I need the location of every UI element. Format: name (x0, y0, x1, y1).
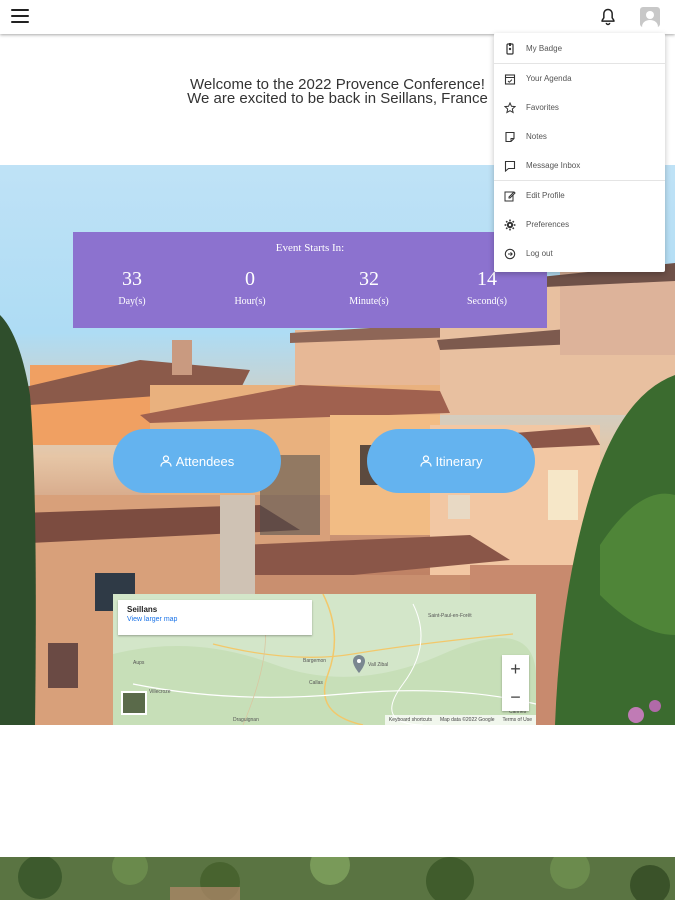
menu-item-label: Log out (526, 249, 553, 258)
message-icon (504, 160, 516, 172)
countdown-label: Hour(s) (234, 296, 266, 307)
countdown-label: Second(s) (467, 296, 507, 307)
menu-item-label: Message Inbox (526, 161, 581, 170)
map-footer: Keyboard shortcuts Map data ©2022 Google… (384, 715, 536, 725)
itinerary-label: Itinerary (435, 453, 483, 469)
logout-icon (504, 248, 516, 260)
embedded-map[interactable]: Saint-Paul-en-Forêt Bargemon Callas Aups… (113, 594, 536, 725)
person-icon (419, 455, 432, 467)
zoom-in-button[interactable]: + (502, 655, 529, 683)
zoom-out-button[interactable]: − (502, 683, 529, 711)
menu-item-favorites[interactable]: Favorites (494, 93, 665, 122)
note-icon (504, 131, 516, 143)
countdown-value: 0 (245, 268, 255, 290)
menu-item-edit-profile[interactable]: Edit Profile (494, 181, 665, 210)
profile-dropdown-menu: My Badge Your Agenda Favorites Notes Mes… (494, 33, 665, 272)
app-page: Welcome to the 2022 Provence Conference!… (0, 0, 675, 900)
attendees-label: Attendees (175, 453, 235, 469)
footer-image (0, 857, 675, 900)
countdown-seconds: 14 Second(s) (428, 268, 546, 307)
map-place-label: Villecroze (149, 689, 171, 695)
map-place-label: Draguignan (233, 717, 259, 723)
star-icon (504, 101, 516, 114)
map-place-label: Callas (309, 680, 323, 686)
map-data-text: Map data ©2022 Google (439, 717, 495, 723)
countdown-hours: 0 Hour(s) (191, 268, 309, 307)
map-place-label: Saint-Paul-en-Forêt (428, 613, 472, 619)
keyboard-shortcuts-link[interactable]: Keyboard shortcuts (389, 717, 432, 723)
avatar-icon[interactable] (640, 7, 660, 27)
countdown-days: 33 Day(s) (73, 268, 191, 307)
badge-icon (504, 42, 516, 55)
person-icon (160, 455, 172, 467)
itinerary-button[interactable]: Itinerary (367, 429, 535, 493)
menu-item-message-inbox[interactable]: Message Inbox (494, 151, 665, 180)
menu-item-label: Your Agenda (526, 74, 572, 83)
map-pin-label: Vall Zibal (368, 662, 389, 668)
map-info-card: Seillans View larger map (118, 600, 312, 635)
edit-icon (504, 190, 516, 202)
calendar-icon (504, 73, 516, 85)
menu-item-label: My Badge (526, 44, 563, 53)
countdown-value: 32 (359, 268, 379, 290)
menu-item-your-agenda[interactable]: Your Agenda (494, 64, 665, 93)
countdown-label: Minute(s) (349, 296, 389, 307)
attendees-button[interactable]: Attendees (113, 429, 281, 493)
menu-item-label: Edit Profile (526, 191, 565, 200)
map-place-name: Seillans (127, 605, 158, 614)
menu-item-log-out[interactable]: Log out (494, 239, 665, 268)
menu-item-my-badge[interactable]: My Badge (494, 34, 665, 63)
countdown-value: 33 (122, 268, 142, 290)
countdown-panel: Event Starts In: 33 Day(s) 0 Hour(s) 32 … (73, 232, 547, 328)
menu-item-label: Favorites (526, 103, 559, 112)
map-zoom-controls: + − (502, 655, 529, 711)
menu-item-label: Notes (526, 132, 547, 141)
countdown-minutes: 32 Minute(s) (310, 268, 428, 307)
hamburger-icon[interactable] (11, 9, 29, 25)
menu-item-notes[interactable]: Notes (494, 122, 665, 151)
view-larger-map-link[interactable]: View larger map (127, 616, 303, 623)
satellite-toggle[interactable] (121, 691, 147, 715)
menu-item-label: Preferences (526, 220, 570, 229)
menu-item-preferences[interactable]: Preferences (494, 210, 665, 239)
top-app-bar (0, 0, 675, 34)
bell-icon[interactable] (598, 6, 618, 28)
terms-link[interactable]: Terms of Use (503, 717, 532, 723)
countdown-label: Day(s) (118, 296, 146, 307)
countdown-title: Event Starts In: (275, 242, 345, 254)
gear-icon (504, 219, 516, 231)
map-place-label: Aups (133, 660, 145, 666)
map-place-label: Bargemon (303, 658, 327, 664)
